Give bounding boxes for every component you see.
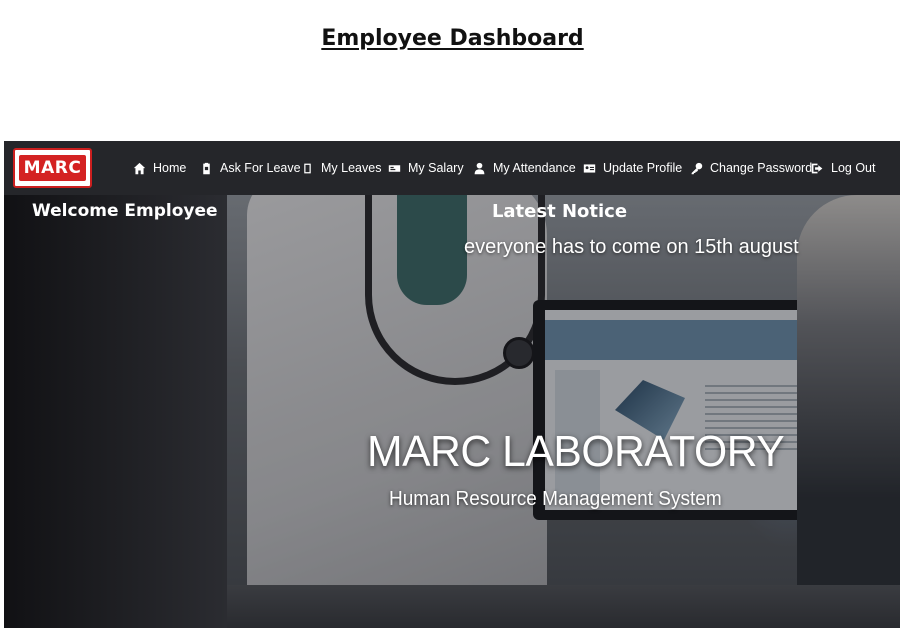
hero-brand-title: MARC LABORATORY: [367, 427, 785, 476]
nav-home-label: Home: [153, 161, 187, 175]
hero-banner: Latest Notice everyone has to come on 15…: [227, 195, 900, 628]
document-title: Employee Dashboard: [321, 26, 584, 51]
id-card-icon: [582, 161, 596, 175]
top-navbar: MARC Home Ask For Leave My Leaves My Sal: [4, 141, 900, 195]
notice-title: Latest Notice: [491, 201, 628, 222]
nav-my-salary[interactable]: My Salary: [387, 158, 464, 178]
nav-ask-for-leave[interactable]: Ask For Leave: [199, 158, 301, 178]
nav-ask-for-leave-label: Ask For Leave: [220, 161, 301, 175]
key-icon: [689, 161, 703, 175]
dashboard-window: Latest Notice everyone has to come on 15…: [4, 141, 900, 628]
nav-change-password-label: Change Password: [710, 161, 813, 175]
nav-my-attendance[interactable]: My Attendance: [472, 158, 576, 178]
marc-logo[interactable]: MARC: [13, 148, 92, 188]
notice-text: everyone has to come on 15th august: [464, 236, 799, 258]
clipboard-icon: [199, 161, 213, 175]
nav-update-profile[interactable]: Update Profile: [582, 158, 682, 178]
welcome-message: Welcome Employee: [32, 201, 218, 221]
nav-log-out-label: Log Out: [831, 161, 876, 175]
nav-change-password[interactable]: Change Password: [689, 158, 812, 178]
nav-home[interactable]: Home: [132, 158, 186, 178]
nav-update-profile-label: Update Profile: [603, 161, 683, 175]
nav-log-out[interactable]: Log Out: [810, 158, 875, 178]
placeholder-icon: [300, 161, 314, 175]
user-icon: [472, 161, 486, 175]
hero-subtitle: Human Resource Management System: [389, 488, 722, 510]
nav-my-leaves-label: My Leaves: [321, 161, 382, 175]
logout-icon: [810, 161, 824, 175]
home-icon: [132, 161, 146, 175]
nav-my-salary-label: My Salary: [408, 161, 464, 175]
money-icon: [387, 161, 401, 175]
logo-text: MARC: [18, 155, 87, 181]
nav-my-leaves[interactable]: My Leaves: [300, 158, 381, 178]
sidebar: Welcome Employee: [4, 195, 227, 628]
nav-my-attendance-label: My Attendance: [493, 161, 576, 175]
